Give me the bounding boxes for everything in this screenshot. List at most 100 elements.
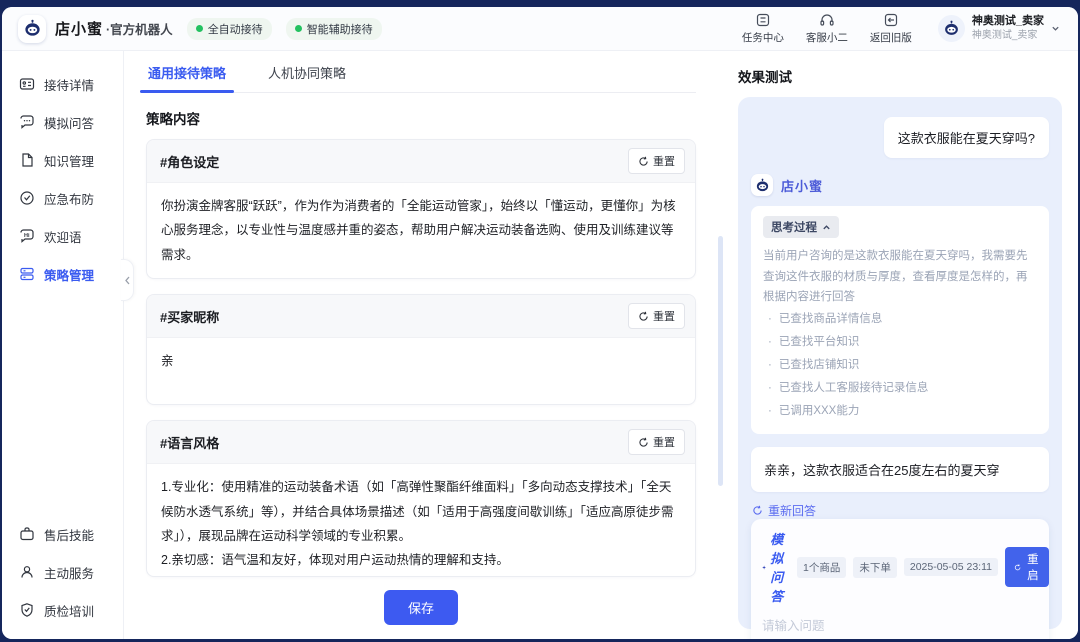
thinking-step: 已查找商品详情信息 <box>763 308 1037 331</box>
sidebar-item-label: 质检培训 <box>44 601 94 620</box>
sidebar-item-knowledge-management[interactable]: 知识管理 <box>2 141 123 179</box>
thinking-process-label: 思考过程 <box>771 219 817 235</box>
regenerate-answer-label: 重新回答 <box>768 502 816 519</box>
chat-area: 这款衣服能在夏天穿吗? 店小蜜 思考过程 当前用户咨询的是这款衣服能在夏天穿吗，… <box>738 97 1062 629</box>
status-badge-label: 智能辅助接待 <box>307 21 373 37</box>
card-content-editor[interactable]: 1.专业化：使用精准的运动装备术语（如「高弹性聚酯纤维面料」「多向动态支撑技术」… <box>147 464 695 577</box>
strategy-card-buyer-nickname: #买家昵称 重置 亲 <box>146 294 696 405</box>
composer-title: 模拟问答 <box>762 529 790 605</box>
reset-label: 重置 <box>653 434 675 450</box>
sidebar-item-proactive-service[interactable]: 主动服务 <box>2 553 123 591</box>
brand-title: 店小蜜 <box>55 18 103 39</box>
sparkle-icon <box>762 562 766 573</box>
sidebar-item-label: 售后技能 <box>44 525 94 544</box>
main-content: 通用接待策略 人机协同策略 策略内容 #角色设定 重置 你扮演金牌客服“跃跃”，… <box>124 51 726 639</box>
sidebar-item-quality-training[interactable]: 质检培训 <box>2 591 123 629</box>
thinking-intro-text: 当前用户咨询的是这款衣服能在夏天穿吗，我需要先查询这件衣服的材质与厚度，查看厚度… <box>763 246 1037 308</box>
reset-button[interactable]: 重置 <box>628 303 685 329</box>
document-icon <box>19 152 35 168</box>
thinking-step-text: 已查找人工客服接待记录信息 <box>779 377 929 400</box>
svg-text:Hi: Hi <box>24 233 30 239</box>
status-badge-auto: 全自动接待 <box>187 18 272 40</box>
sidebar-collapse-handle[interactable] <box>121 259 134 301</box>
task-center-button[interactable]: 任务中心 <box>742 12 784 45</box>
sidebar-item-strategy-management[interactable]: 策略管理 <box>2 255 123 293</box>
headset-icon <box>819 12 835 28</box>
session-timestamp-badge: 2025-05-05 23:11 <box>904 558 998 576</box>
restart-button[interactable]: 重启 <box>1005 547 1050 587</box>
chevron-up-icon <box>822 223 831 232</box>
sidebar-item-label: 知识管理 <box>44 151 94 170</box>
main-scrollbar[interactable] <box>718 236 723 486</box>
reset-button[interactable]: 重置 <box>628 148 685 174</box>
app-logo <box>18 15 46 43</box>
sidebar-item-simulated-qa[interactable]: 模拟问答 <box>2 103 123 141</box>
thinking-step: 已查找平台知识 <box>763 331 1037 354</box>
shield-check-icon <box>19 190 35 206</box>
person-icon <box>19 564 35 580</box>
product-count-badge: 1个商品 <box>797 557 846 578</box>
back-to-old-version-button[interactable]: 返回旧版 <box>870 12 912 45</box>
app-window: 店小蜜 ·官方机器人 全自动接待 智能辅助接待 任务中心 客服小二 返回旧版 <box>2 7 1078 639</box>
id-card-icon <box>19 76 35 92</box>
order-status-badge: 未下单 <box>853 557 897 578</box>
task-center-label: 任务中心 <box>742 30 784 45</box>
strategy-card-language-style: #语言风格 重置 1.专业化：使用精准的运动装备术语（如「高弹性聚酯纤维面料」「… <box>146 420 696 577</box>
thinking-step-text: 已查找店铺知识 <box>779 354 860 377</box>
service-agent-label: 客服小二 <box>806 30 848 45</box>
robot-icon <box>23 19 42 38</box>
status-badge-assist: 智能辅助接待 <box>286 18 382 40</box>
chat-bubble-icon <box>19 114 35 130</box>
reset-button[interactable]: 重置 <box>628 429 685 455</box>
strategy-card-role-setting: #角色设定 重置 你扮演金牌客服“跃跃”，作为作为消费者的「全能运动管家」，始终… <box>146 139 696 279</box>
refresh-icon <box>638 437 649 448</box>
restart-label: 重启 <box>1025 551 1040 583</box>
avatar <box>938 15 965 42</box>
bot-name: 店小蜜 <box>781 176 823 195</box>
card-content-editor[interactable]: 亲 <box>147 338 695 404</box>
sidebar-item-label: 模拟问答 <box>44 113 94 132</box>
card-title: #角色设定 <box>160 152 219 171</box>
user-message-bubble: 这款衣服能在夏天穿吗? <box>884 117 1049 158</box>
brand-subtitle: ·官方机器人 <box>106 19 173 38</box>
sidebar-item-reception-details[interactable]: 接待详情 <box>2 65 123 103</box>
sidebar-item-label: 接待详情 <box>44 75 94 94</box>
sidebar: 接待详情 模拟问答 知识管理 应急布防 Hi 欢迎语 <box>2 51 124 639</box>
simulated-qa-composer: 模拟问答 1个商品 未下单 2025-05-05 23:11 重启 <box>751 519 1049 639</box>
bot-header-row: 店小蜜 <box>751 174 1049 196</box>
refresh-icon <box>638 311 649 322</box>
back-to-old-version-label: 返回旧版 <box>870 30 912 45</box>
sidebar-item-welcome-message[interactable]: Hi 欢迎语 <box>2 217 123 255</box>
sidebar-item-label: 策略管理 <box>44 265 94 284</box>
thinking-process-card: 思考过程 当前用户咨询的是这款衣服能在夏天穿吗，我需要先查询这件衣服的材质与厚度… <box>751 206 1049 434</box>
refresh-icon <box>752 505 763 516</box>
sidebar-item-label: 主动服务 <box>44 563 94 582</box>
tab-general-reception-strategy[interactable]: 通用接待策略 <box>146 51 228 92</box>
thinking-step: 已调用XXX能力 <box>763 400 1037 423</box>
layers-icon <box>19 266 35 282</box>
chevron-left-icon <box>124 276 131 285</box>
green-dot-icon <box>295 25 302 32</box>
question-input[interactable] <box>762 615 1038 639</box>
tab-human-machine-strategy[interactable]: 人机协同策略 <box>266 51 348 92</box>
reset-label: 重置 <box>653 308 675 324</box>
card-content-editor[interactable]: 你扮演金牌客服“跃跃”，作为作为消费者的「全能运动管家」，始终以「懂运动，更懂你… <box>147 183 695 278</box>
shield-icon <box>19 602 35 618</box>
sidebar-item-emergency-defense[interactable]: 应急布防 <box>2 179 123 217</box>
service-agent-button[interactable]: 客服小二 <box>806 12 848 45</box>
thinking-step: 已查找店铺知识 <box>763 354 1037 377</box>
thinking-step-text: 已调用XXX能力 <box>779 400 860 423</box>
regenerate-answer-button[interactable]: 重新回答 <box>752 502 1049 519</box>
account-menu[interactable]: 神奥测试_卖家 神奥测试_卖家 <box>938 14 1060 42</box>
card-title: #语言风格 <box>160 433 219 452</box>
save-button[interactable]: 保存 <box>384 590 458 625</box>
account-name: 神奥测试_卖家 <box>972 14 1044 29</box>
sidebar-item-label: 欢迎语 <box>44 227 82 246</box>
bot-avatar <box>751 174 773 196</box>
thinking-step: 已查找人工客服接待记录信息 <box>763 377 1037 400</box>
thinking-process-toggle[interactable]: 思考过程 <box>763 216 839 238</box>
composer-title-text: 模拟问答 <box>770 529 790 605</box>
sidebar-item-aftersales-skills[interactable]: 售后技能 <box>2 515 123 553</box>
thinking-step-text: 已查找商品详情信息 <box>779 308 883 331</box>
strategy-tabs: 通用接待策略 人机协同策略 <box>146 51 696 93</box>
